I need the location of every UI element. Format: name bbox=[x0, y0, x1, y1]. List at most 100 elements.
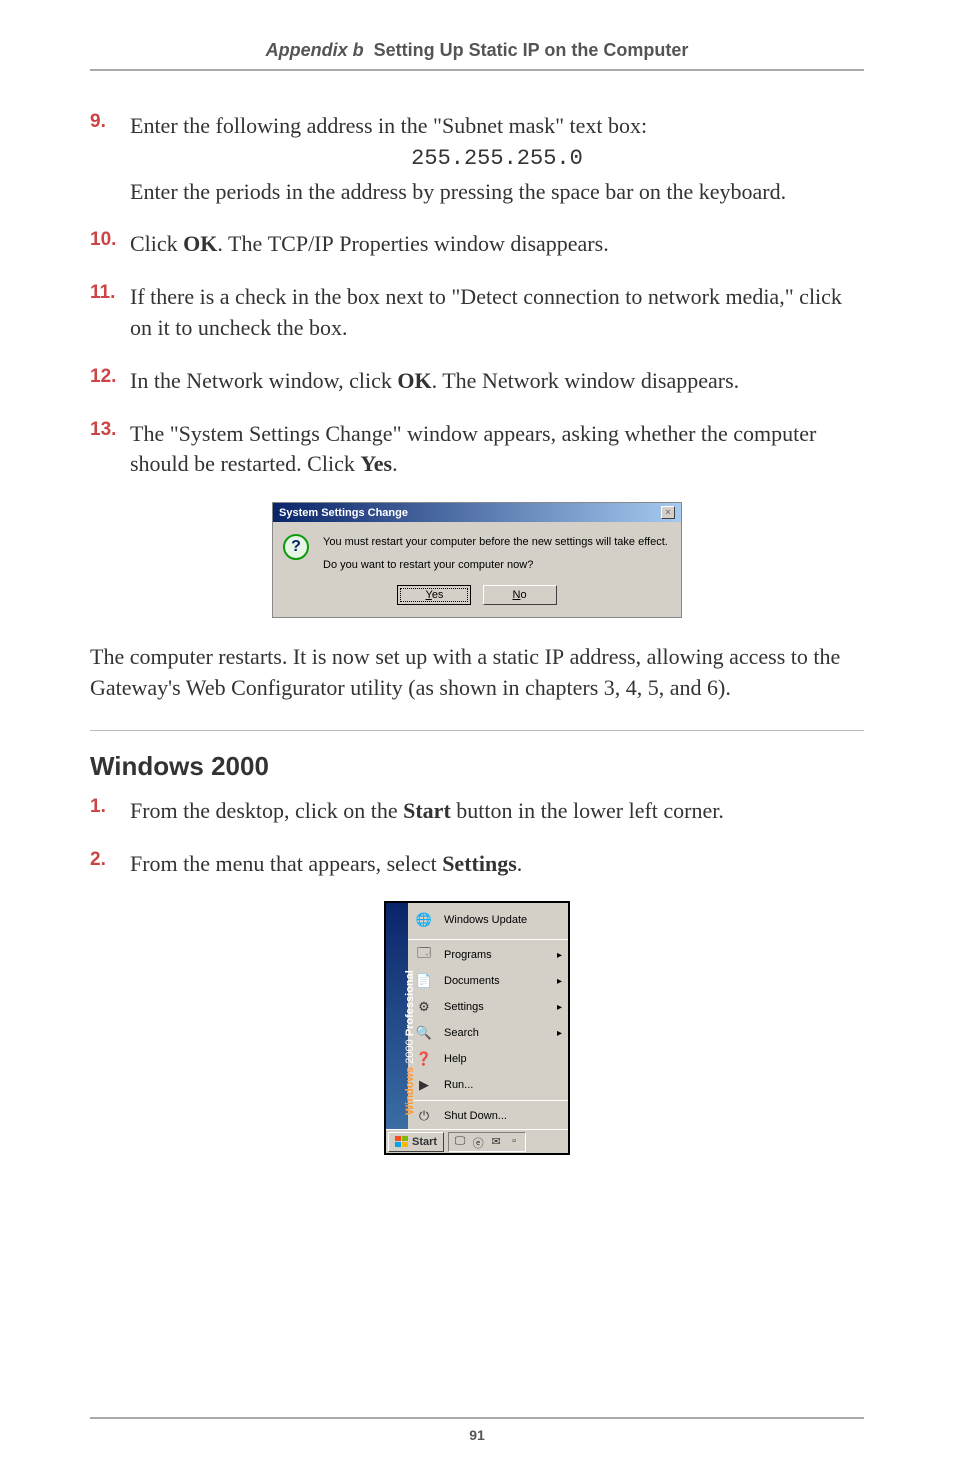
step-text: Click bbox=[130, 231, 183, 256]
menu-label: Search bbox=[444, 1027, 557, 1039]
step-text: The "System Settings Change" window appe… bbox=[130, 421, 816, 477]
menu-label: Shut Down... bbox=[444, 1110, 562, 1122]
step-body: Enter the following address in the "Subn… bbox=[130, 111, 864, 207]
step-body: The "System Settings Change" window appe… bbox=[130, 419, 864, 481]
step-13: 13. The "System Settings Change" window … bbox=[90, 419, 864, 481]
settings-icon: ⚙ bbox=[414, 997, 434, 1017]
menu-separator bbox=[408, 939, 568, 940]
step-body: Click OK. The TCP/IP Properties window d… bbox=[130, 229, 864, 260]
step-number: 10. bbox=[90, 229, 130, 251]
menu-label: Programs bbox=[444, 949, 557, 961]
submenu-arrow-icon: ▸ bbox=[557, 976, 562, 987]
globe-icon: 🌐 bbox=[414, 910, 434, 930]
step-number: 2. bbox=[90, 849, 130, 871]
menu-search[interactable]: 🔍 Search ▸ bbox=[408, 1020, 568, 1046]
start-label: Start bbox=[412, 1136, 437, 1148]
menu-label: Windows Update bbox=[444, 914, 562, 926]
para-text: The computer restarts. It is now set up … bbox=[90, 644, 545, 669]
menu-label: Help bbox=[444, 1053, 562, 1065]
tray-outlook-icon[interactable]: ✉ bbox=[489, 1135, 503, 1149]
submenu-arrow-icon: ▸ bbox=[557, 1002, 562, 1013]
programs-icon: 🗔 bbox=[414, 945, 434, 965]
menu-documents[interactable]: 📄 Documents ▸ bbox=[408, 968, 568, 994]
close-button[interactable]: × bbox=[661, 506, 675, 519]
header-rule bbox=[90, 69, 864, 71]
tray-ie-icon[interactable]: ⓔ bbox=[471, 1135, 485, 1149]
step-text: . bbox=[392, 451, 398, 476]
step-12: 12. In the Network window, click OK. The… bbox=[90, 366, 864, 397]
page-footer: 91 bbox=[0, 1417, 954, 1443]
section-divider bbox=[90, 730, 864, 731]
quick-launch-tray: 🖵 ⓔ ✉ ▫ bbox=[448, 1132, 526, 1152]
step-number: 9. bbox=[90, 111, 130, 133]
restart-paragraph: The computer restarts. It is now set up … bbox=[90, 642, 864, 704]
step-body: If there is a check in the box next to "… bbox=[130, 282, 864, 344]
ok-bold: OK bbox=[397, 368, 431, 393]
header-title: Setting Up Static IP on the Computer bbox=[374, 40, 689, 60]
step-body: From the menu that appears, select Setti… bbox=[130, 849, 864, 880]
side-2000: 2000 bbox=[404, 1040, 416, 1064]
shutdown-icon: ⏻ bbox=[414, 1106, 434, 1126]
step-b-2: 2. From the menu that appears, select Se… bbox=[90, 849, 864, 880]
menu-run[interactable]: ▶ Run... bbox=[408, 1072, 568, 1098]
dialog-line-2: Do you want to restart your computer now… bbox=[323, 557, 668, 574]
step-text: button in the lower left corner. bbox=[451, 798, 724, 823]
tcpip-text: TCP/IP bbox=[268, 231, 334, 256]
start-menu: Windows 2000 Professional 🌐 Windows Upda… bbox=[384, 901, 570, 1155]
dialog-title: System Settings Change bbox=[279, 507, 408, 519]
search-icon: 🔍 bbox=[414, 1023, 434, 1043]
step-number: 13. bbox=[90, 419, 130, 441]
menu-programs[interactable]: 🗔 Programs ▸ bbox=[408, 942, 568, 968]
dialog-titlebar: System Settings Change × bbox=[273, 503, 681, 522]
step-b-1: 1. From the desktop, click on the Start … bbox=[90, 796, 864, 827]
question-icon: ? bbox=[283, 534, 309, 560]
page-header: Appendix b Setting Up Static IP on the C… bbox=[90, 40, 864, 61]
step-body: From the desktop, click on the Start but… bbox=[130, 796, 864, 827]
step-10: 10. Click OK. The TCP/IP Properties wind… bbox=[90, 229, 864, 260]
menu-settings[interactable]: ⚙ Settings ▸ bbox=[408, 994, 568, 1020]
menu-shutdown[interactable]: ⏻ Shut Down... bbox=[408, 1103, 568, 1129]
step-text: Enter the following address in the "Subn… bbox=[130, 113, 647, 138]
run-icon: ▶ bbox=[414, 1075, 434, 1095]
subnet-mask-value: 255.255.255.0 bbox=[130, 144, 864, 175]
step-number: 12. bbox=[90, 366, 130, 388]
dialog-line-1: You must restart your computer before th… bbox=[323, 534, 668, 551]
dialog-message: You must restart your computer before th… bbox=[323, 534, 668, 573]
header-appendix: Appendix b bbox=[266, 40, 364, 60]
step-text: . bbox=[517, 851, 523, 876]
taskbar: Start 🖵 ⓔ ✉ ▫ bbox=[386, 1129, 568, 1153]
dialog-buttons: Yes No bbox=[273, 581, 681, 617]
help-icon: ❓ bbox=[414, 1049, 434, 1069]
step-11: 11. If there is a check in the box next … bbox=[90, 282, 864, 344]
tray-desktop-icon[interactable]: 🖵 bbox=[453, 1135, 467, 1149]
start-button[interactable]: Start bbox=[388, 1132, 444, 1152]
step-text: From the menu that appears, select bbox=[130, 851, 442, 876]
section-title-windows-2000: Windows 2000 bbox=[90, 751, 864, 782]
system-settings-change-dialog: System Settings Change × ? You must rest… bbox=[272, 502, 682, 618]
side-professional: Professional bbox=[404, 971, 416, 1037]
step-text: In the Network window, click bbox=[130, 368, 397, 393]
step-text: From the desktop, click on the bbox=[130, 798, 403, 823]
submenu-arrow-icon: ▸ bbox=[557, 950, 562, 961]
step-number: 1. bbox=[90, 796, 130, 818]
menu-windows-update[interactable]: 🌐 Windows Update bbox=[408, 903, 568, 937]
yes-button[interactable]: Yes bbox=[397, 585, 471, 605]
settings-bold: Settings bbox=[442, 851, 517, 876]
yes-bold: Yes bbox=[360, 451, 392, 476]
ok-bold: OK bbox=[183, 231, 217, 256]
step-text: Enter the periods in the address by pres… bbox=[130, 179, 786, 204]
step-text: . The bbox=[217, 231, 267, 256]
no-button[interactable]: No bbox=[483, 585, 557, 605]
step-text: Properties window disappears. bbox=[334, 231, 609, 256]
menu-label: Run... bbox=[444, 1079, 562, 1091]
step-body: In the Network window, click OK. The Net… bbox=[130, 366, 864, 397]
windows-flag-icon bbox=[395, 1136, 409, 1148]
menu-help[interactable]: ❓ Help bbox=[408, 1046, 568, 1072]
submenu-arrow-icon: ▸ bbox=[557, 1028, 562, 1039]
step-9: 9. Enter the following address in the "S… bbox=[90, 111, 864, 207]
start-bold: Start bbox=[403, 798, 451, 823]
page-number: 91 bbox=[0, 1427, 954, 1443]
step-number: 11. bbox=[90, 282, 130, 304]
ip-text: IP bbox=[545, 644, 565, 669]
tray-icon[interactable]: ▫ bbox=[507, 1135, 521, 1149]
